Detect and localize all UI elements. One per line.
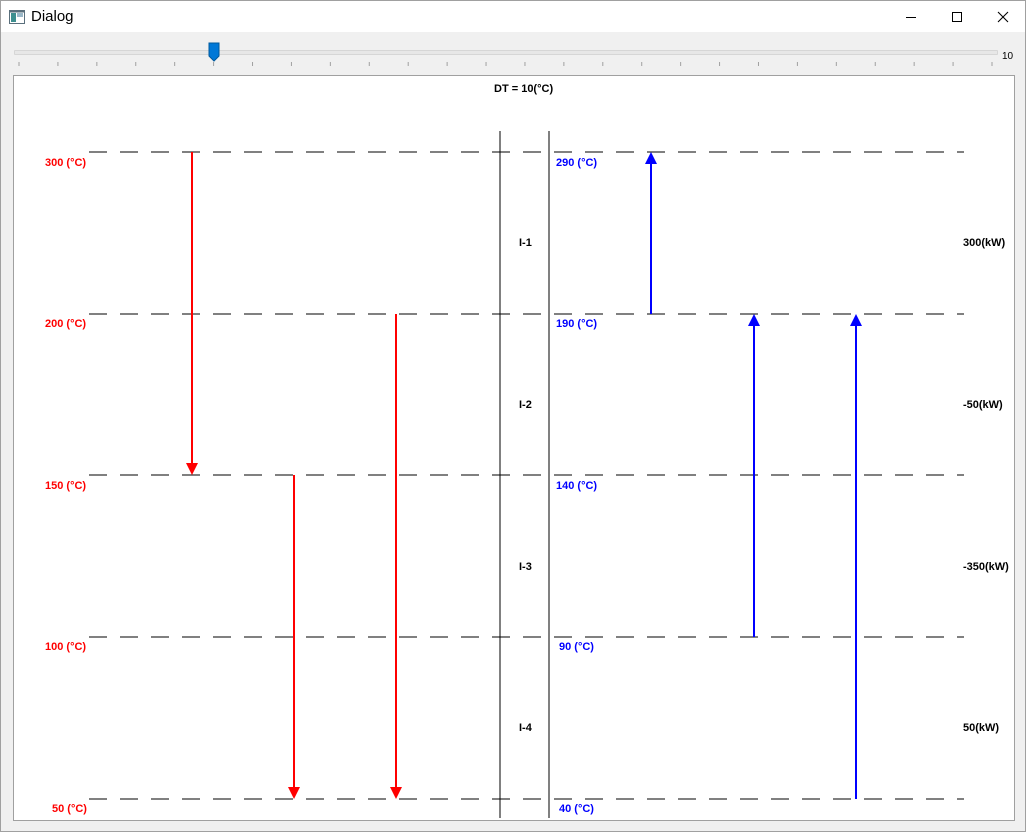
maximize-icon (952, 11, 962, 22)
cold-temp-label: 290 (°C) (556, 157, 598, 169)
minimize-icon (906, 16, 916, 18)
dt-slider[interactable]: 10 (1, 32, 1025, 72)
hot-temp-label: 150 (°C) (45, 480, 87, 492)
app-icon (9, 10, 25, 24)
hot-temp-label: 300 (°C) (45, 157, 87, 169)
title-bar[interactable]: Dialog (1, 1, 1025, 32)
heat-balance-label: -50(kW) (963, 399, 1003, 411)
hot-stream-arrowhead (186, 463, 198, 475)
dt-label: DT = 10(°C) (494, 83, 554, 95)
hot-temp-label: 100 (°C) (45, 641, 87, 653)
dialog-window: Dialog 10 DT = 10(°C) 300 (°C) 200 (°C) … (0, 0, 1026, 832)
slider-handle[interactable] (208, 42, 220, 62)
heat-balance-label: -350(kW) (963, 561, 1009, 573)
slider-max-label: 10 (1002, 51, 1014, 62)
cold-temp-label: 140 (°C) (556, 480, 598, 492)
cold-stream-arrowhead (850, 314, 862, 326)
hot-temp-label: 200 (°C) (45, 318, 87, 330)
cold-temp-label: 40 (°C) (559, 803, 594, 815)
maximize-button[interactable] (934, 1, 980, 32)
heat-balance-label: 50(kW) (963, 722, 1000, 734)
hot-stream-arrowhead (390, 787, 402, 799)
window-title: Dialog (31, 8, 74, 25)
hot-stream-arrowhead (288, 787, 300, 799)
interval-diagram: DT = 10(°C) 300 (°C) 200 (°C) 150 (°C) 1… (13, 75, 1015, 821)
close-icon (997, 11, 1009, 22)
cold-stream-arrowhead (645, 152, 657, 164)
minimize-button[interactable] (888, 1, 934, 32)
slider-ticks (18, 62, 993, 66)
heat-balance-label: 300(kW) (963, 237, 1006, 249)
interval-label: I-1 (519, 237, 532, 249)
cold-stream-arrowhead (748, 314, 760, 326)
interval-label: I-3 (519, 561, 532, 573)
slider-track[interactable] (14, 50, 998, 55)
cold-temp-label: 90 (°C) (559, 641, 594, 653)
cold-temp-label: 190 (°C) (556, 318, 598, 330)
diagram-graphics (89, 131, 964, 818)
close-button[interactable] (980, 1, 1026, 32)
interval-label: I-2 (519, 399, 532, 411)
interval-label: I-4 (519, 722, 532, 734)
hot-temp-label: 50 (°C) (52, 803, 87, 815)
